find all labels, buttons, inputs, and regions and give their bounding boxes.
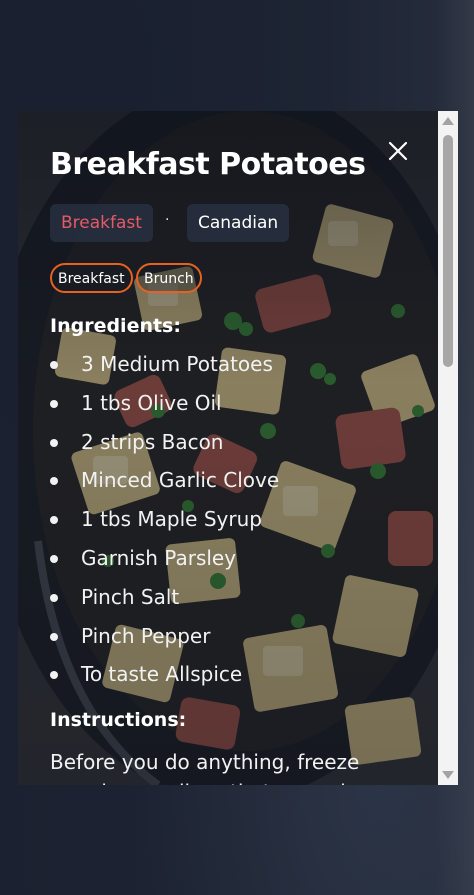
scroll-down-arrow-icon[interactable] xyxy=(442,771,454,779)
recipe-title: Breakfast Potatoes xyxy=(50,147,366,182)
tag-brunch[interactable]: Brunch xyxy=(136,263,202,293)
ingredient-item: To taste Allspice xyxy=(50,655,279,694)
ingredient-item: 2 strips Bacon xyxy=(50,423,279,462)
recipe-modal: Breakfast Potatoes Breakfast · Canadian … xyxy=(18,111,458,785)
scrollbar-thumb[interactable] xyxy=(443,135,453,367)
ingredient-item: Pinch Pepper xyxy=(50,617,279,656)
ingredient-item: Pinch Salt xyxy=(50,578,279,617)
ingredients-list: 3 Medium Potatoes 1 tbs Olive Oil 2 stri… xyxy=(50,345,279,694)
ingredient-item: 1 tbs Olive Oil xyxy=(50,384,279,423)
scroll-up-arrow-icon[interactable] xyxy=(442,117,454,125)
chip-separator: · xyxy=(165,212,170,228)
modal-scrollbar[interactable] xyxy=(438,111,458,785)
ingredient-item: 3 Medium Potatoes xyxy=(50,345,279,384)
category-chip[interactable]: Breakfast xyxy=(50,204,153,242)
ingredients-heading: Ingredients: xyxy=(50,315,181,337)
instructions-heading: Instructions: xyxy=(50,709,187,731)
area-chip[interactable]: Canadian xyxy=(187,204,290,242)
ingredient-item: Garnish Parsley xyxy=(50,539,279,578)
tag-breakfast[interactable]: Breakfast xyxy=(50,263,133,293)
ingredient-item: Minced Garlic Clove xyxy=(50,461,279,500)
close-button[interactable] xyxy=(386,139,410,163)
ingredient-item: 1 tbs Maple Syrup xyxy=(50,500,279,539)
close-icon xyxy=(388,141,408,161)
instructions-text: Before you do anything, freeze your baco… xyxy=(50,750,378,785)
